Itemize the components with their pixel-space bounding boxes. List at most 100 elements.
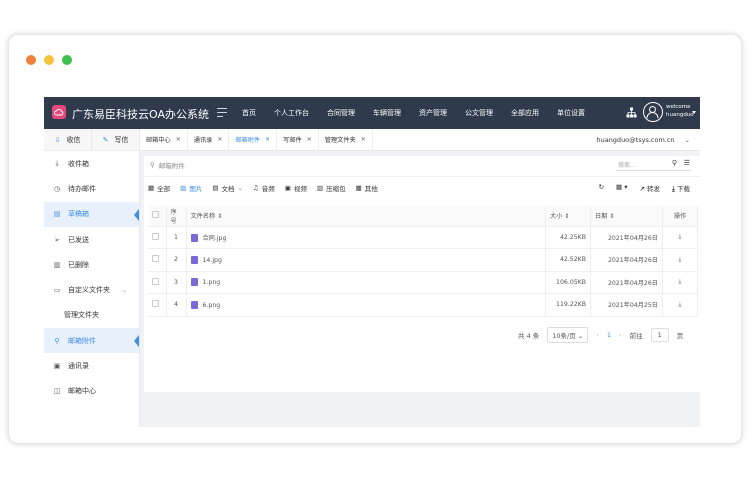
mail-sidebar: ⇩ 收信 ✎ 写信 ⤓ 收件箱 ◷ 待办邮件 ▤ 草稿箱 ➢ 已发送 ▥ 已删除 ▭ 自定义文件… [44,129,140,427]
page-number[interactable]: 1 [607,331,611,339]
pagination: 共 4 条 10条/页 ⌄ ‹ 1 › 前往 1 页 [518,327,683,343]
header-name[interactable]: 文件名称 ⇕ [186,206,546,227]
sidebar-item-drafts[interactable]: ▤ 草稿箱 [44,201,139,227]
row-checkbox[interactable] [152,255,159,263]
next-page-icon[interactable]: › [619,331,622,339]
filter-audio[interactable]: ♫ 音频 [253,183,275,193]
tab-attachments[interactable]: 邮箱附件 ✕ [229,129,278,150]
grid-icon: ▦ [148,184,155,192]
close-icon[interactable]: ✕ [176,136,181,143]
sidebar-item-label: 自定义文件夹 [68,286,110,295]
sidebar-actions: ⇩ 收信 ✎ 写信 [44,129,139,151]
close-icon[interactable]: ✕ [217,136,222,143]
minimize-dot[interactable] [44,55,54,65]
nav-all-apps[interactable]: 全部应用 [511,97,539,129]
per-page-select[interactable]: 10条/页 ⌄ [547,327,589,343]
tab-contacts[interactable]: 通讯录 ✕ [188,129,230,150]
nav-home[interactable]: 首页 [242,97,256,129]
per-page-value: 10条/页 [552,332,576,340]
org-chart-icon[interactable] [626,107,637,118]
paperclip-icon: ⚲ [150,161,155,169]
sidebar-item-todo[interactable]: ◷ 待办邮件 [44,176,139,201]
row-size: 106.05KB [545,271,591,294]
close-icon[interactable]: ✕ [265,136,270,143]
filter-icon[interactable]: ☰ [684,159,690,167]
sidebar-item-custom-folder[interactable]: ▭ 自定义文件夹 ⌄ [44,277,139,302]
filter-video[interactable]: ▣ 视频 [285,183,307,193]
search-input[interactable]: 搜索... ⚲ ☰ [616,157,691,171]
search-icon[interactable]: ⚲ [672,159,677,167]
tab-write-mail[interactable]: 写邮件 ✕ [277,129,319,150]
nav-workbench[interactable]: 个人工作台 [274,97,309,129]
row-download-icon[interactable]: ⤓ [662,248,698,272]
clock-icon: ◷ [53,184,61,193]
page-unit-label: 页 [676,332,684,340]
user-greeting: welcome [666,104,691,110]
receive-button[interactable]: ⇩ 收信 [44,129,92,150]
sidebar-item-attachments[interactable]: ⚲ 邮箱附件 [44,328,139,354]
sidebar-item-manage-folder[interactable]: 管理文件夹 [44,303,139,328]
refresh-icon[interactable]: ↻ [599,183,604,194]
close-dot[interactable] [26,55,36,65]
table-row[interactable]: 4 6.png 119.22KB 2021年04月25日 ⤓ [148,293,698,317]
table-row[interactable]: 2 14.jpg 42.52KB 2021年04月26日 ⤓ [148,248,698,272]
table-row[interactable]: 3 1.png 106.05KB 2021年04月26日 ⤓ [148,271,698,294]
close-icon[interactable]: ✕ [307,136,312,143]
row-checkbox[interactable] [152,277,159,285]
sort-icon[interactable]: ⇕ [564,213,569,220]
toolbar: ↻ ▦ ▾ ↗ 转发 ⤓ 下载 [599,183,690,194]
filter-all[interactable]: ▦ 全部 [148,183,170,193]
filter-image[interactable]: ▨ 图片 [180,183,202,193]
sort-icon[interactable]: ⇕ [217,213,222,220]
filter-other[interactable]: ▦ 其他 [356,183,378,193]
nav-asset[interactable]: 资产管理 [419,97,447,129]
row-filename[interactable]: 合同.jpg [203,235,227,242]
nav-unit-settings[interactable]: 单位设置 [557,97,585,129]
forward-button[interactable]: ↗ 转发 [640,183,661,194]
nav-contract[interactable]: 合同管理 [327,97,355,129]
tab-mail-center[interactable]: 邮箱中心 ✕ [140,129,188,150]
row-filename[interactable]: 14.jpg [203,257,222,264]
header-size[interactable]: 大小 ⇕ [545,206,591,227]
user-info[interactable]: welcome huangduo [666,103,694,119]
nav-vehicle[interactable]: 车辆管理 [373,97,401,129]
maximize-dot[interactable] [62,55,72,65]
nav-document[interactable]: 公文管理 [465,97,493,129]
sidebar-item-label: 待办邮件 [68,184,96,193]
table-row[interactable]: 1 合同.jpg 42.25KB 2021年04月26日 ⤓ [148,226,698,249]
row-checkbox[interactable] [152,232,159,240]
sidebar-item-contacts[interactable]: ▣ 通讯录 [44,353,139,378]
image-file-icon [190,233,198,242]
chevron-down-icon: ⌄ [684,136,690,144]
sidebar-item-label: 邮箱中心 [68,387,96,396]
write-button[interactable]: ✎ 写信 [92,129,139,150]
user-menu-caret-icon[interactable] [692,111,696,114]
close-icon[interactable]: ✕ [361,136,366,143]
row-download-icon[interactable]: ⤓ [662,226,698,249]
view-toggle-icon[interactable]: ▦ ▾ [616,183,627,194]
sort-icon[interactable]: ⇕ [609,213,614,220]
goto-page-input[interactable]: 1 [650,328,669,342]
oa-app: 广东易臣科技云OA办公系统 首页 个人工作台 合同管理 车辆管理 资产管理 公文… [44,97,700,427]
filter-label: 压缩包 [326,185,346,193]
row-filename[interactable]: 1.png [203,279,221,286]
sidebar-item-mail-center[interactable]: ◫ 邮箱中心 [44,379,139,404]
filter-archive[interactable]: ▥ 压缩包 [317,183,346,193]
row-download-icon[interactable]: ⤓ [662,293,698,317]
row-filename[interactable]: 6.png [203,302,221,309]
sidebar-item-sent[interactable]: ➢ 已发送 [44,227,139,252]
sidebar-item-inbox[interactable]: ⤓ 收件箱 [44,151,139,176]
download-button[interactable]: ⤓ 下载 [672,183,690,194]
account-selector[interactable]: huangduo@tsys.com.cn ⌄ [596,129,690,151]
select-all-checkbox[interactable] [152,211,159,219]
row-checkbox[interactable] [152,300,159,308]
row-download-icon[interactable]: ⤓ [662,271,698,294]
avatar[interactable] [643,102,663,122]
prev-page-icon[interactable]: ‹ [596,331,599,339]
sidebar-item-deleted[interactable]: ▥ 已删除 [44,252,139,277]
tab-manage-folder[interactable]: 管理文件夹 ✕ [319,129,373,150]
header-date[interactable]: 日期 ⇕ [590,206,663,227]
filter-document[interactable]: ▤ 文档 ⌄ [212,183,243,193]
top-nav: 首页 个人工作台 合同管理 车辆管理 资产管理 公文管理 全部应用 单位设置 [242,97,603,129]
menu-toggle-icon[interactable] [217,108,227,117]
